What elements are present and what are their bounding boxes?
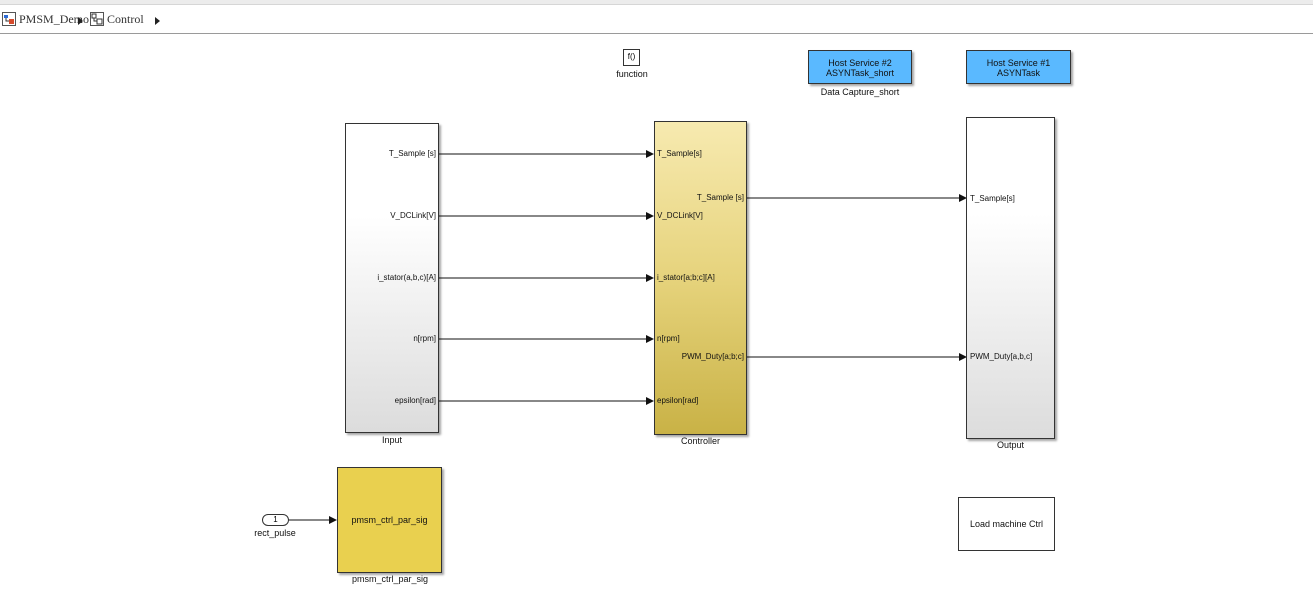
breadcrumb: PMSM_Demo Control <box>0 5 1313 34</box>
host-service-2-label: Data Capture_short <box>820 87 900 97</box>
host-service-1-task: ASYNTask <box>996 68 1040 78</box>
load-machine-ctrl-text: Load machine Ctrl <box>969 519 1044 529</box>
controller-in-port-label: n[rpm] <box>657 334 680 343</box>
function-glyph: f() <box>627 52 636 61</box>
input-port-label: n[rpm] <box>413 334 436 343</box>
output-port-label: T_Sample[s] <box>970 194 1015 203</box>
controller-out-port-label: T_Sample [s] <box>696 193 744 202</box>
output-port-label: PWM_Duty[a,b,c] <box>970 352 1033 361</box>
inport-block[interactable]: 1 <box>262 514 289 526</box>
breadcrumb-item-control[interactable]: Control <box>90 11 144 27</box>
output-block-label: Output <box>996 440 1025 450</box>
host-service-2-block[interactable]: Host Service #2 ASYNTask_short <box>808 50 912 84</box>
inport-label: rect_pulse <box>254 528 296 538</box>
controller-in-port-label: epsilon[rad] <box>657 396 699 405</box>
controller-block-label: Controller <box>680 436 720 446</box>
chevron-right-icon <box>78 17 83 25</box>
output-subsystem-block[interactable] <box>966 117 1055 439</box>
model-icon <box>2 12 16 26</box>
controller-out-port-label: PWM_Duty[a;b;c] <box>681 352 744 361</box>
function-block[interactable]: f() <box>623 49 640 66</box>
host-service-1-block[interactable]: Host Service #1 ASYNTask <box>966 50 1071 84</box>
host-service-2-title: Host Service #2 <box>828 58 892 68</box>
pmsm-block-text: pmsm_ctrl_par_sig <box>351 515 428 525</box>
breadcrumb-label: Control <box>107 11 144 26</box>
host-service-1-title: Host Service #1 <box>986 58 1051 68</box>
input-port-label: i_stator(a,b,c)[A] <box>377 273 436 282</box>
controller-in-port-label: T_Sample[s] <box>657 149 702 158</box>
pmsm-block-label: pmsm_ctrl_par_sig <box>351 574 429 584</box>
model-canvas[interactable]: f() function Host Service #2 ASYNTask_sh… <box>0 34 1313 597</box>
input-port-label: epsilon[rad] <box>394 396 436 405</box>
host-service-2-task: ASYNTask_short <box>825 68 895 78</box>
inport-number: 1 <box>273 515 278 524</box>
controller-in-port-label: V_DCLink[V] <box>657 211 703 220</box>
function-block-label: function <box>616 69 648 79</box>
subsystem-icon <box>90 12 104 26</box>
input-port-label: T_Sample [s] <box>388 149 436 158</box>
chevron-right-icon <box>155 17 160 25</box>
controller-in-port-label: i_stator[a;b;c][A] <box>657 273 715 282</box>
input-block-label: Input <box>381 435 403 445</box>
breadcrumb-item-pmsm-demo[interactable]: PMSM_Demo <box>2 11 89 27</box>
input-port-label: V_DCLink[V] <box>390 211 436 220</box>
